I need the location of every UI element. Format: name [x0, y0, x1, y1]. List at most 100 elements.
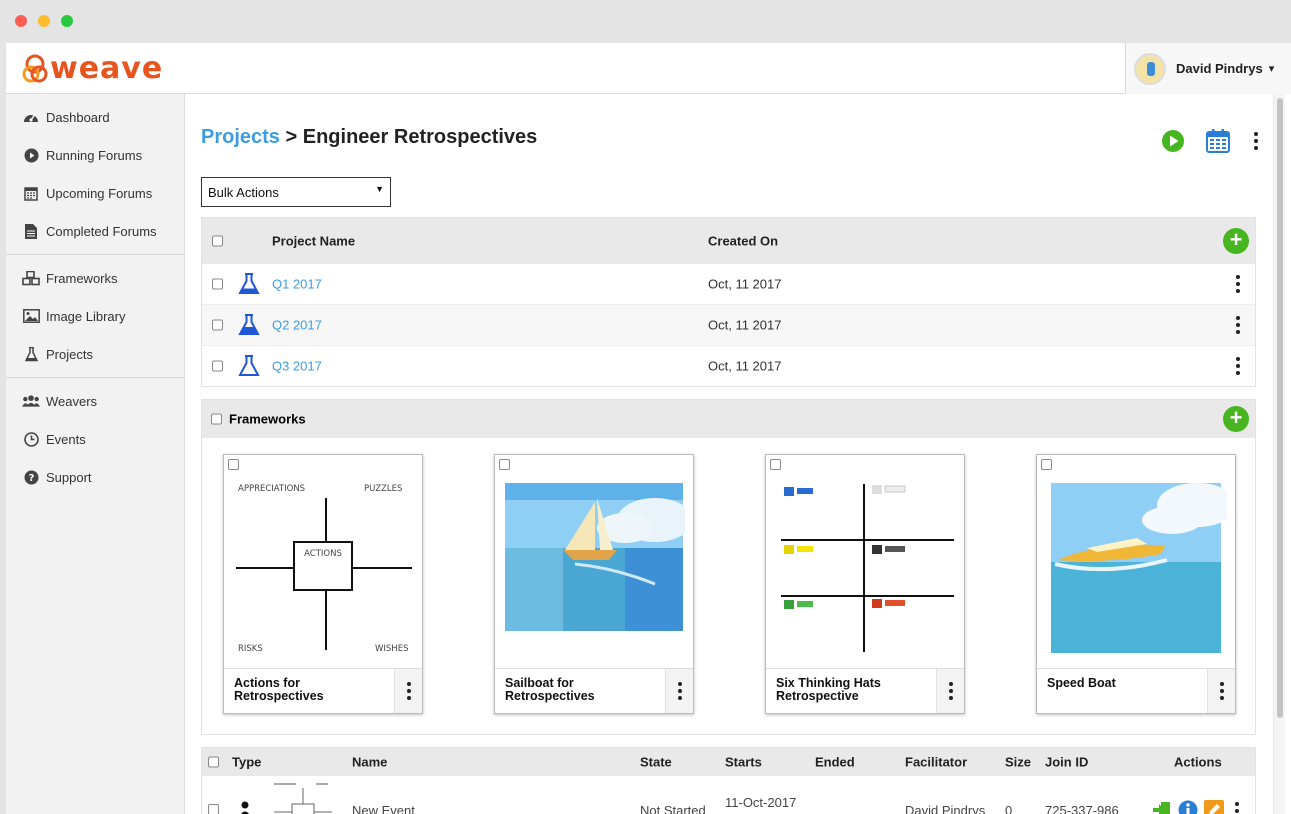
framework-card[interactable]: Six Thinking Hats Retrospective: [765, 454, 965, 714]
edit-icon[interactable]: [1204, 800, 1224, 814]
sidebar-item-upcoming-forums[interactable]: Upcoming Forums: [6, 174, 184, 212]
event-starts: 11-Oct-2017: [725, 795, 797, 810]
play-icon: [22, 146, 40, 164]
sidebar-item-image-library[interactable]: Image Library: [6, 297, 184, 335]
column-header-size: Size: [1005, 754, 1032, 770]
sidebar-item-projects[interactable]: Projects: [6, 335, 184, 373]
column-header-created-on: Created On: [708, 233, 779, 248]
card-checkbox[interactable]: [1041, 459, 1052, 470]
sidebar-item-completed-forums[interactable]: Completed Forums: [6, 212, 184, 250]
start-forum-play-icon[interactable]: [1161, 129, 1185, 153]
card-footer: Six Thinking Hats Retrospective: [766, 668, 964, 713]
browser-window: weave David Pindrys ▾ Dashboard Running …: [0, 0, 1291, 814]
user-menu[interactable]: David Pindrys ▾: [1125, 43, 1291, 94]
sidebar-item-label: Image Library: [46, 308, 126, 324]
framework-card[interactable]: ACTIONS APPRECIATIONS PUZZLES RISKS WISH…: [223, 454, 423, 714]
card-more-menu-button[interactable]: [1207, 669, 1235, 713]
logo-text: weave: [50, 51, 164, 86]
sidebar-item-events[interactable]: Events: [6, 420, 184, 458]
breadcrumb-projects-link[interactable]: Projects: [201, 126, 280, 148]
card-checkbox[interactable]: [770, 459, 781, 470]
weave-logo[interactable]: weave: [22, 51, 163, 86]
title-bar: [0, 0, 1291, 43]
row-more-menu-button[interactable]: [1232, 800, 1242, 814]
speed-boat-thumbnail: [1051, 483, 1227, 653]
bulk-actions-select[interactable]: Bulk Actions ▼: [201, 177, 391, 207]
row-checkbox[interactable]: [212, 319, 223, 331]
event-size: 0: [1005, 803, 1013, 814]
info-icon[interactable]: [1178, 800, 1198, 814]
users-icon: [22, 392, 40, 410]
event-name[interactable]: New Event: [352, 803, 415, 814]
card-more-menu-button[interactable]: [936, 669, 964, 713]
framework-card[interactable]: Speed Boat: [1036, 454, 1236, 714]
join-event-icon[interactable]: [1152, 800, 1172, 814]
table-row[interactable]: Q3 2017 Oct, 11 2017: [202, 345, 1255, 386]
card-more-menu-button[interactable]: [665, 669, 693, 713]
framework-title[interactable]: Six Thinking Hats Retrospective: [776, 677, 926, 703]
select-all-events-checkbox[interactable]: [208, 756, 219, 768]
sidebar-item-frameworks[interactable]: Frameworks: [6, 259, 184, 297]
avatar: [1134, 52, 1166, 85]
appreciations-label: APPRECIATIONS: [238, 484, 305, 494]
table-row[interactable]: New Event Not Started 11-Oct-2017 David …: [202, 776, 1255, 814]
created-on: Oct, 11 2017: [708, 358, 782, 374]
add-project-button[interactable]: [1223, 227, 1249, 254]
card-more-menu-button[interactable]: [394, 669, 422, 713]
close-window-button[interactable]: [15, 15, 27, 27]
schedule-calendar-icon[interactable]: [1205, 128, 1231, 154]
row-more-menu-button[interactable]: [1233, 273, 1243, 295]
row-checkbox[interactable]: [212, 278, 223, 290]
table-row[interactable]: Q2 2017 Oct, 11 2017: [202, 304, 1255, 345]
row-more-menu-button[interactable]: [1233, 314, 1243, 336]
help-icon: ?: [22, 468, 40, 486]
framework-title[interactable]: Sailboat for Retrospectives: [505, 677, 655, 703]
dashboard-icon: [22, 108, 40, 126]
sidebar-item-dashboard[interactable]: Dashboard: [6, 98, 184, 136]
project-title: Engineer Retrospectives: [302, 126, 538, 148]
select-all-checkbox[interactable]: [212, 235, 223, 246]
sidebar-group-people: Weavers Events ? Support: [6, 378, 184, 500]
sidebar-item-label: Running Forums: [46, 147, 143, 163]
svg-text:?: ?: [28, 473, 34, 484]
row-more-menu-button[interactable]: [1233, 355, 1243, 377]
projects-table: Project Name Created On Q1 2017 Oct, 11 …: [201, 217, 1256, 387]
row-checkbox[interactable]: [212, 360, 223, 372]
sidebar-item-support[interactable]: ? Support: [6, 458, 184, 496]
column-header-actions: Actions: [1174, 754, 1222, 770]
project-name-link[interactable]: Q2 2017: [272, 318, 322, 333]
row-checkbox[interactable]: [208, 804, 219, 814]
framework-card[interactable]: Sailboat for Retrospectives: [494, 454, 694, 714]
card-checkbox[interactable]: [228, 459, 239, 470]
clock-icon: [22, 430, 40, 448]
maximize-window-button[interactable]: [61, 15, 73, 27]
app: weave David Pindrys ▾ Dashboard Running …: [6, 43, 1291, 814]
minimize-window-button[interactable]: [38, 15, 50, 27]
page-title: Projects > Engineer Retrospectives: [201, 126, 537, 149]
events-table: Type Name State Starts Ended Facilitator…: [201, 747, 1256, 814]
sidebar-item-weavers[interactable]: Weavers: [6, 382, 184, 420]
framework-title[interactable]: Speed Boat: [1047, 677, 1197, 690]
add-framework-button[interactable]: [1223, 406, 1249, 432]
page-more-menu-button[interactable]: [1251, 130, 1261, 152]
page-scrollbar[interactable]: [1273, 94, 1285, 814]
scrollbar-thumb[interactable]: [1277, 98, 1283, 718]
user-name: David Pindrys: [1176, 61, 1263, 76]
framework-title[interactable]: Actions for Retrospectives: [234, 677, 384, 703]
flask-icon: [238, 355, 260, 376]
sidebar-item-label: Events: [46, 431, 86, 447]
project-name-link[interactable]: Q3 2017: [272, 359, 322, 374]
sidebar-item-running-forums[interactable]: Running Forums: [6, 136, 184, 174]
sailboat-thumbnail: [505, 480, 685, 665]
table-row[interactable]: Q1 2017 Oct, 11 2017: [202, 263, 1255, 304]
column-header-state: State: [640, 754, 672, 770]
column-header-project-name: Project Name: [272, 233, 356, 248]
weave-logo-icon: [22, 54, 48, 82]
sidebar-item-label: Completed Forums: [46, 223, 157, 239]
frameworks-select-all-checkbox[interactable]: [211, 413, 222, 425]
sidebar: Dashboard Running Forums Upcoming Forums…: [6, 94, 185, 814]
project-name-link[interactable]: Q1 2017: [272, 277, 322, 292]
card-checkbox[interactable]: [499, 459, 510, 470]
table-header: Project Name Created On: [202, 218, 1255, 263]
document-icon: [22, 222, 40, 240]
